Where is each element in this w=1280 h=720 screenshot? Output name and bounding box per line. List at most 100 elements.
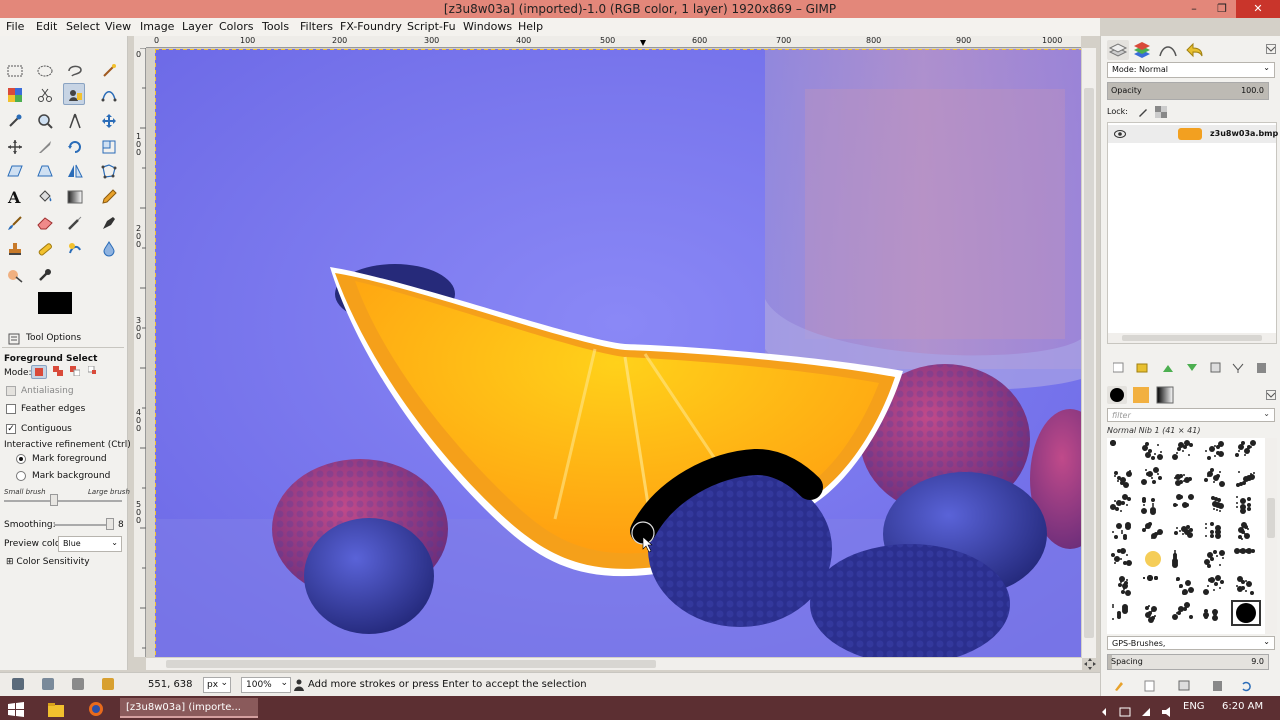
brush-cell[interactable] [1140, 494, 1166, 516]
airbrush-tool[interactable] [64, 212, 86, 234]
bucket-fill-tool[interactable] [34, 186, 56, 208]
brush-cell[interactable] [1233, 494, 1259, 516]
menu-image[interactable]: Image [140, 20, 174, 33]
mode-replace-button[interactable] [31, 365, 47, 379]
horizontal-scroll-thumb[interactable] [166, 660, 656, 668]
brush-tag-field[interactable]: GPS-Brushes, ⌄ [1107, 636, 1275, 650]
minimize-button[interactable]: – [1180, 0, 1208, 18]
scale-tool[interactable] [98, 136, 120, 158]
brush-cell[interactable] [1109, 440, 1135, 462]
tab-paths[interactable] [1157, 40, 1179, 60]
tab-layers[interactable] [1107, 40, 1129, 60]
tab-undo-history[interactable] [1183, 40, 1205, 60]
dock-menu-icon[interactable] [1266, 44, 1276, 54]
brush-cell[interactable] [1233, 440, 1259, 462]
ellipse-select-tool[interactable] [34, 60, 56, 82]
move-tool[interactable] [98, 110, 120, 132]
maximize-button[interactable]: ❐ [1208, 0, 1236, 18]
clone-tool[interactable] [4, 238, 26, 260]
brush-cell[interactable] [1171, 521, 1197, 543]
brush-cell[interactable] [1202, 440, 1228, 462]
rotate-tool[interactable] [64, 136, 86, 158]
fuzzy-select-tool[interactable] [98, 60, 120, 82]
heal-tool[interactable] [34, 238, 56, 260]
windows-start-icon[interactable] [8, 700, 24, 720]
brush-cell[interactable] [1140, 440, 1166, 462]
menu-help[interactable]: Help [518, 20, 543, 33]
lock-pixels-icon[interactable] [1137, 106, 1149, 118]
lock-alpha-icon[interactable] [1155, 106, 1167, 118]
perspective-tool[interactable] [34, 160, 56, 182]
menu-script-fu[interactable]: Script-Fu [407, 20, 456, 33]
brush-cell[interactable] [1171, 602, 1197, 624]
ink-tool[interactable] [98, 212, 120, 234]
reset-options-icon[interactable] [102, 678, 114, 690]
blend-tool[interactable] [64, 186, 86, 208]
brush-cell[interactable] [1140, 602, 1166, 624]
scissors-select-tool[interactable] [34, 84, 56, 106]
brush-cell[interactable] [1109, 521, 1135, 543]
brush-cell[interactable] [1202, 602, 1228, 624]
brush-cell[interactable] [1171, 575, 1197, 597]
tab-brushes[interactable] [1107, 386, 1127, 404]
menu-select[interactable]: Select [66, 20, 100, 33]
brush-cell[interactable] [1140, 548, 1166, 570]
brush-cell[interactable] [1171, 548, 1197, 570]
horizontal-scrollbar[interactable] [146, 658, 1082, 670]
brush-cell[interactable] [1171, 440, 1197, 462]
preview-color-select[interactable]: Blue ⌄ [58, 536, 122, 552]
gimp-taskbar-button[interactable]: [z3u8w03a] (importe... [120, 698, 258, 718]
navigate-icon[interactable] [1084, 658, 1096, 670]
brush-grid-scrollbar[interactable] [1265, 438, 1277, 634]
brush-cell[interactable] [1140, 467, 1166, 489]
paintbrush-tool[interactable] [4, 212, 26, 234]
menu-view[interactable]: View [105, 20, 131, 33]
brush-cell[interactable] [1202, 521, 1228, 543]
unit-select[interactable]: px ⌄ [203, 677, 231, 693]
menu-colors[interactable]: Colors [219, 20, 253, 33]
eye-visibility-icon[interactable] [1114, 129, 1126, 139]
menu-edit[interactable]: Edit [36, 20, 57, 33]
layer-list-scroll-thumb[interactable] [1122, 335, 1262, 341]
zoom-select[interactable]: 100% ⌄ [241, 677, 291, 693]
paths-tool[interactable] [98, 84, 120, 106]
firefox-icon[interactable] [88, 699, 104, 719]
file-explorer-icon[interactable] [48, 700, 64, 720]
menu-tools[interactable]: Tools [262, 20, 289, 33]
vertical-scrollbar[interactable] [1082, 48, 1096, 658]
tab-tool-options[interactable]: Tool Options [2, 330, 124, 348]
cage-transform-tool[interactable] [98, 160, 120, 182]
smudge-tool[interactable] [64, 238, 86, 260]
brush-cell[interactable] [1109, 575, 1135, 597]
brush-cell[interactable] [1109, 467, 1135, 489]
eraser-tool[interactable] [34, 212, 56, 234]
tab-gradients[interactable] [1155, 386, 1175, 404]
feather-edges-checkbox[interactable] [6, 404, 16, 414]
brush-cell[interactable] [1233, 548, 1259, 570]
mark-foreground-radio[interactable] [16, 454, 26, 464]
brush-cell[interactable] [1233, 467, 1259, 489]
measure-tool[interactable] [64, 110, 86, 132]
mode-subtract-button[interactable] [68, 365, 84, 379]
pencil-tool[interactable] [98, 186, 120, 208]
language-indicator[interactable]: ENG [1183, 701, 1205, 720]
brush-cell[interactable] [1140, 521, 1166, 543]
foreground-select-tool[interactable] [63, 83, 85, 105]
zoom-tool[interactable] [34, 110, 56, 132]
smoothing-slider-handle[interactable] [106, 518, 114, 530]
delete-options-icon[interactable] [72, 678, 84, 690]
color-sensitivity-expander[interactable]: ⊞ Color Sensitivity [6, 557, 90, 567]
tab-channels[interactable] [1131, 40, 1153, 60]
image-canvas[interactable] [155, 49, 1081, 657]
layer-row[interactable]: z3u8w03a.bmp [1108, 125, 1278, 143]
flip-tool[interactable] [64, 160, 86, 182]
layer-mode-select[interactable]: Mode: Normal ⌄ [1107, 62, 1275, 78]
vertical-scroll-thumb[interactable] [1084, 88, 1094, 638]
brush-cell[interactable] [1231, 600, 1261, 626]
select-by-color-tool[interactable] [4, 84, 26, 106]
dodge-burn-tool[interactable] [4, 264, 26, 286]
brush-cell[interactable] [1233, 521, 1259, 543]
brush-cell[interactable] [1202, 467, 1228, 489]
free-select-tool[interactable] [64, 60, 86, 82]
brush-cell[interactable] [1140, 575, 1166, 597]
